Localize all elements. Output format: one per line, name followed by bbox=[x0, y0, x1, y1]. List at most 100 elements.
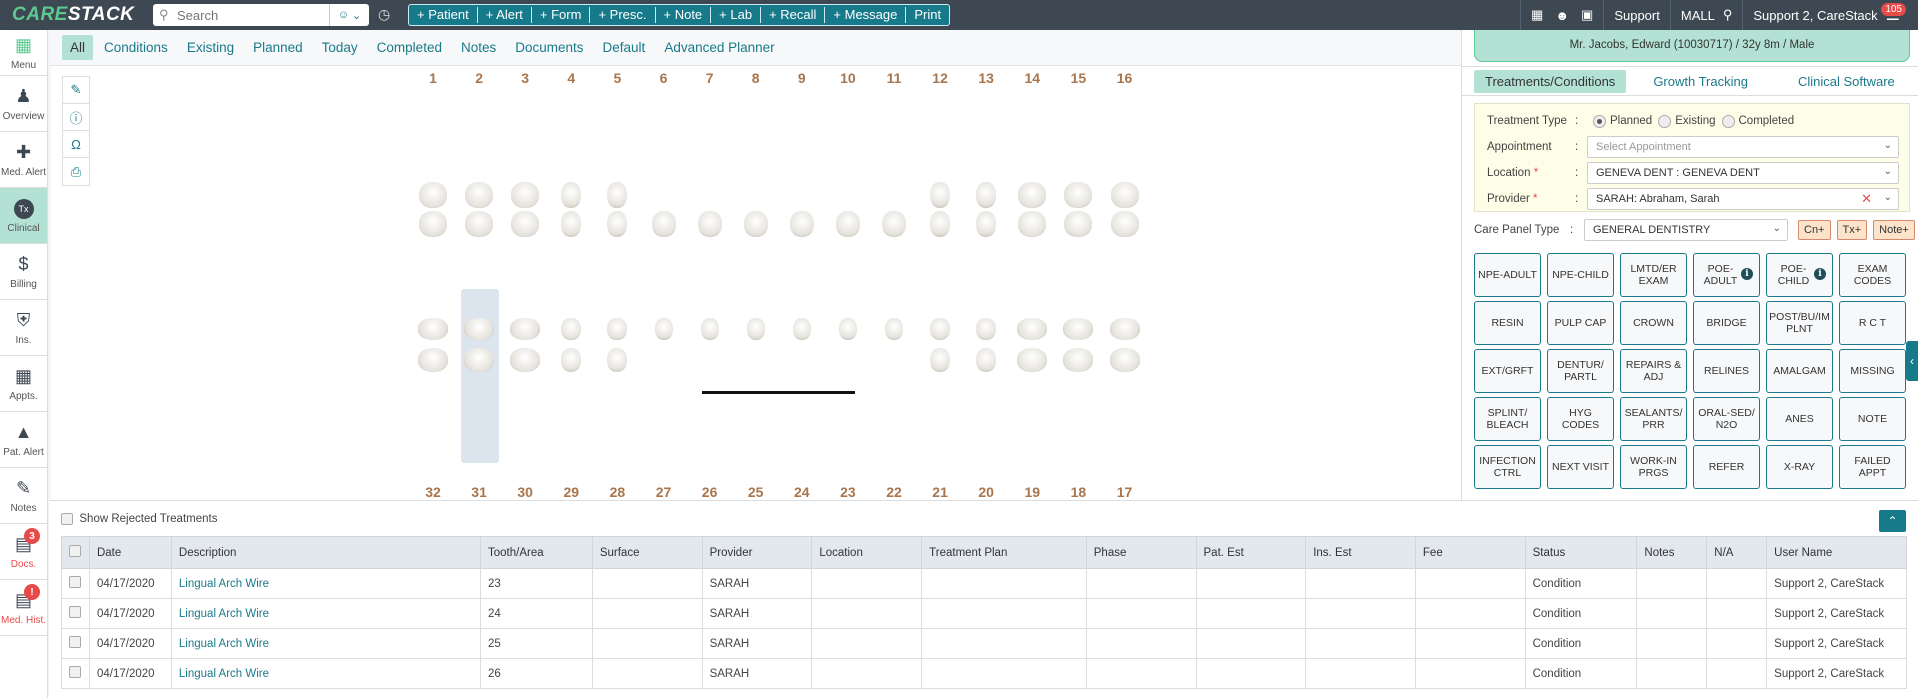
tooth-number[interactable]: 32 bbox=[413, 484, 453, 500]
tooth-surface[interactable] bbox=[464, 318, 495, 340]
quick-action-message[interactable]: + Message bbox=[825, 7, 907, 23]
tooth-surface[interactable] bbox=[464, 348, 495, 372]
column-header-ins--est[interactable]: Ins. Est bbox=[1305, 536, 1416, 569]
carestack-logo[interactable]: CARESTACK bbox=[12, 4, 152, 26]
provider-select[interactable]: SARAH: Abraham, Sarah ✕ ⌄ bbox=[1587, 188, 1899, 210]
care-button-failed-appt[interactable]: FAILED APPT bbox=[1839, 445, 1906, 489]
column-header-provider[interactable]: Provider bbox=[701, 536, 813, 569]
care-button-resin[interactable]: RESIN bbox=[1474, 301, 1541, 345]
sidebar-item-pat--alert[interactable]: ▲ Pat. Alert bbox=[0, 412, 47, 468]
care-button-splint--bleach[interactable]: SPLINT/ BLEACH bbox=[1474, 397, 1541, 441]
tooth-number[interactable]: 23 bbox=[828, 484, 868, 500]
sidebar-item-ins-[interactable]: ⛨ Ins. bbox=[0, 300, 47, 356]
tab-treatments-conditions[interactable]: Treatments/Conditions bbox=[1474, 69, 1627, 93]
tooth-number[interactable]: 15 bbox=[1058, 70, 1098, 86]
filter-tab-today[interactable]: Today bbox=[314, 35, 366, 60]
chat-icon[interactable]: ▣ bbox=[1581, 7, 1593, 23]
tooth-surface[interactable] bbox=[976, 348, 997, 372]
tooth-number[interactable]: 31 bbox=[459, 484, 499, 500]
pencil-icon[interactable]: ✎ bbox=[63, 77, 89, 104]
radio-existing[interactable] bbox=[1658, 114, 1672, 128]
tooth-surface[interactable] bbox=[465, 211, 494, 237]
care-button-missing[interactable]: MISSING bbox=[1839, 349, 1906, 393]
column-header-pat--est[interactable]: Pat. Est bbox=[1195, 536, 1307, 569]
tooth-number[interactable]: 3 bbox=[505, 70, 545, 86]
tooth-surface[interactable] bbox=[607, 348, 628, 372]
add-treatment-button[interactable]: Tx+ bbox=[1836, 220, 1868, 240]
calendar-icon[interactable]: ▦ bbox=[1531, 7, 1543, 23]
care-button-work-in-prgs[interactable]: WORK-IN PRGS bbox=[1620, 445, 1687, 489]
tooth-number[interactable]: 25 bbox=[736, 484, 776, 500]
history-icon[interactable]: ◷ bbox=[378, 6, 390, 23]
tooth-surface[interactable] bbox=[607, 182, 628, 208]
location-select[interactable]: GENEVA DENT : GENEVA DENT ⌄ bbox=[1587, 162, 1899, 184]
tooth-surface[interactable] bbox=[1110, 211, 1139, 237]
tooth-surface[interactable] bbox=[697, 211, 722, 237]
tooth-surface[interactable] bbox=[419, 182, 447, 208]
tooth-number[interactable]: 16 bbox=[1105, 70, 1145, 86]
tooth-number[interactable]: 29 bbox=[551, 484, 591, 500]
tooth-surface[interactable] bbox=[511, 182, 540, 208]
tooth-surface[interactable] bbox=[561, 211, 582, 237]
tooth-number[interactable]: 2 bbox=[459, 70, 499, 86]
tooth-surface[interactable] bbox=[976, 182, 997, 208]
printer-icon[interactable]: ⎙ bbox=[63, 158, 89, 185]
tooth-surface[interactable] bbox=[561, 318, 582, 340]
tooth-number[interactable]: 22 bbox=[874, 484, 914, 500]
tooth-number[interactable]: 24 bbox=[782, 484, 822, 500]
filter-tab-all[interactable]: All bbox=[62, 35, 94, 60]
appointment-select[interactable]: Select Appointment ⌄ bbox=[1587, 136, 1899, 158]
quick-action-note[interactable]: + Note bbox=[656, 7, 712, 23]
tooth-surface[interactable] bbox=[511, 211, 540, 237]
tooth-surface[interactable] bbox=[930, 318, 951, 340]
tooth-surface[interactable] bbox=[743, 211, 768, 237]
search-input[interactable] bbox=[177, 7, 337, 23]
search-type-dropdown[interactable]: ☺ ⌄ bbox=[329, 4, 369, 26]
care-button-anes[interactable]: ANES bbox=[1766, 397, 1833, 441]
sidebar-item-notes[interactable]: ✎ Notes bbox=[0, 468, 47, 524]
tooth-surface[interactable] bbox=[976, 318, 997, 340]
care-button-note[interactable]: NOTE bbox=[1839, 397, 1906, 441]
care-button-poe-child[interactable]: POE-CHILD i bbox=[1766, 253, 1833, 297]
table-row[interactable]: 04/17/2020 Lingual Arch Wire 24 SARAH Condit… bbox=[61, 598, 1907, 629]
quick-action-patient[interactable]: + Patient bbox=[409, 7, 478, 23]
column-header-notes[interactable]: Notes bbox=[1636, 536, 1708, 569]
care-button-amalgam[interactable]: AMALGAM bbox=[1766, 349, 1833, 393]
row-checkbox[interactable] bbox=[69, 666, 81, 678]
tooth-number[interactable]: 5 bbox=[597, 70, 637, 86]
filter-tab-advanced-planner[interactable]: Advanced Planner bbox=[656, 35, 782, 60]
radio-completed[interactable] bbox=[1721, 114, 1735, 128]
care-button-x-ray[interactable]: X-RAY bbox=[1766, 445, 1833, 489]
tooth-number[interactable]: 11 bbox=[874, 70, 914, 86]
collapse-panel-tab[interactable]: ‹ bbox=[1906, 341, 1918, 381]
care-button-npe-child[interactable]: NPE-CHILD bbox=[1547, 253, 1614, 297]
description-link[interactable]: Lingual Arch Wire bbox=[170, 658, 482, 689]
radio-planned[interactable] bbox=[1593, 114, 1606, 128]
care-button-exam-codes[interactable]: EXAM CODES bbox=[1839, 253, 1906, 297]
tooth-number[interactable]: 28 bbox=[597, 484, 637, 500]
tooth-surface[interactable] bbox=[418, 318, 448, 340]
description-link[interactable]: Lingual Arch Wire bbox=[170, 628, 482, 659]
tooth-surface[interactable] bbox=[792, 318, 811, 340]
tooth-number[interactable]: 9 bbox=[782, 70, 822, 86]
filter-tab-conditions[interactable]: Conditions bbox=[96, 35, 176, 60]
filter-tab-existing[interactable]: Existing bbox=[179, 35, 242, 60]
care-button-sealants--prr[interactable]: SEALANTS/ PRR bbox=[1620, 397, 1687, 441]
location-selector[interactable]: MALL ⚲ bbox=[1669, 0, 1743, 30]
care-button-npe-adult[interactable]: NPE-ADULT bbox=[1474, 253, 1541, 297]
care-button-pulp-cap[interactable]: PULP CAP bbox=[1547, 301, 1614, 345]
care-button-ext-grft[interactable]: EXT/GRFT bbox=[1474, 349, 1541, 393]
tooth-surface[interactable] bbox=[930, 211, 951, 237]
hamburger-menu-icon[interactable]: ☰105 bbox=[1881, 3, 1906, 25]
tooth-surface[interactable] bbox=[1109, 318, 1140, 340]
info-icon[interactable]: i bbox=[1741, 268, 1753, 280]
sidebar-item-overview[interactable]: ♟ Overview bbox=[0, 76, 47, 132]
quick-action-lab[interactable]: + Lab bbox=[711, 7, 762, 23]
row-checkbox[interactable] bbox=[69, 606, 81, 618]
tooth-surface[interactable] bbox=[561, 348, 582, 372]
tooth-surface[interactable] bbox=[1017, 318, 1048, 340]
quick-action-form[interactable]: + Form bbox=[532, 7, 591, 23]
care-button-oral-sed--n2o[interactable]: ORAL-SED/ N2O bbox=[1693, 397, 1760, 441]
tooth-number[interactable]: 27 bbox=[644, 484, 684, 500]
tooth-number[interactable]: 19 bbox=[1012, 484, 1052, 500]
